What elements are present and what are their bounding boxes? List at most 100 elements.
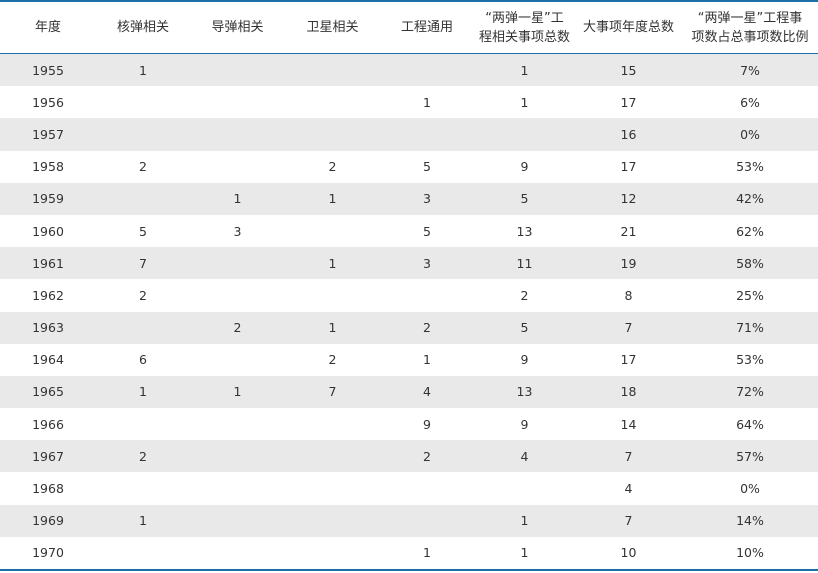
cell-project-total: 13	[474, 214, 575, 248]
cell-satellite	[285, 504, 380, 537]
cell-missile	[190, 536, 285, 569]
cell-annual-total: 18	[575, 375, 682, 409]
cell-project-total: 1	[474, 86, 575, 119]
cell-missile	[190, 472, 285, 505]
cell-annual-total: 17	[575, 343, 682, 376]
cell-satellite	[285, 440, 380, 473]
cell-general	[380, 504, 474, 537]
cell-ratio: 57%	[682, 440, 818, 473]
cell-year: 1968	[0, 472, 96, 505]
cell-satellite	[285, 408, 380, 441]
cell-year: 1959	[0, 182, 96, 215]
cell-nuclear: 7	[96, 247, 190, 280]
cell-project-total	[474, 118, 575, 151]
statistics-table-page: 年度 核弹相关 导弹相关 卫星相关 工程通用 “两弹一星”工 程相关事项总数 大…	[0, 0, 818, 573]
cell-project-total: 1	[474, 504, 575, 537]
cell-project-total: 9	[474, 343, 575, 376]
cell-nuclear: 6	[96, 343, 190, 376]
cell-ratio: 53%	[682, 343, 818, 376]
cell-ratio: 64%	[682, 408, 818, 441]
cell-missile	[190, 118, 285, 151]
cell-general: 1	[380, 343, 474, 376]
table-row: 1968 4 0%	[0, 472, 818, 505]
cell-missile: 1	[190, 375, 285, 409]
cell-year: 1965	[0, 375, 96, 409]
cell-satellite	[285, 86, 380, 119]
cell-year: 1961	[0, 247, 96, 280]
cell-satellite	[285, 536, 380, 569]
table-row: 1956 1 1 17 6%	[0, 86, 818, 119]
cell-project-total	[474, 472, 575, 505]
cell-project-total: 13	[474, 375, 575, 409]
cell-satellite	[285, 279, 380, 312]
cell-nuclear	[96, 472, 190, 505]
cell-nuclear	[96, 182, 190, 215]
cell-satellite	[285, 214, 380, 248]
cell-missile	[190, 343, 285, 376]
cell-year: 1960	[0, 214, 96, 248]
cell-missile	[190, 504, 285, 537]
cell-missile	[190, 53, 285, 87]
cell-annual-total: 7	[575, 311, 682, 344]
cell-missile	[190, 440, 285, 473]
cell-annual-total: 15	[575, 53, 682, 87]
cell-annual-total: 12	[575, 182, 682, 215]
cell-nuclear	[96, 118, 190, 151]
cell-ratio: 53%	[682, 150, 818, 183]
header-ratio: “两弹一星”工程事 项数占总事项数比例	[682, 2, 818, 54]
cell-ratio: 10%	[682, 536, 818, 569]
cell-missile	[190, 408, 285, 441]
table-header: 年度 核弹相关 导弹相关 卫星相关 工程通用 “两弹一星”工 程相关事项总数 大…	[0, 2, 818, 54]
cell-project-total: 1	[474, 53, 575, 87]
header-annual-total: 大事项年度总数	[575, 2, 682, 54]
cell-annual-total: 17	[575, 150, 682, 183]
cell-project-total: 4	[474, 440, 575, 473]
table-row: 1963 2 1 2 5 7 71%	[0, 311, 818, 344]
cell-general: 2	[380, 440, 474, 473]
table-row: 1964 6 2 1 9 17 53%	[0, 343, 818, 376]
cell-annual-total: 19	[575, 247, 682, 280]
header-row: 年度 核弹相关 导弹相关 卫星相关 工程通用 “两弹一星”工 程相关事项总数 大…	[0, 2, 818, 54]
cell-nuclear: 2	[96, 440, 190, 473]
cell-satellite: 1	[285, 247, 380, 280]
cell-annual-total: 4	[575, 472, 682, 505]
cell-nuclear: 5	[96, 214, 190, 248]
cell-satellite	[285, 118, 380, 151]
cell-year: 1970	[0, 536, 96, 569]
header-general: 工程通用	[380, 2, 474, 54]
cell-year: 1966	[0, 408, 96, 441]
cell-annual-total: 14	[575, 408, 682, 441]
cell-project-total: 1	[474, 536, 575, 569]
cell-project-total: 2	[474, 279, 575, 312]
cell-ratio: 14%	[682, 504, 818, 537]
table-row: 1960 5 3 5 13 21 62%	[0, 214, 818, 248]
statistics-table: 年度 核弹相关 导弹相关 卫星相关 工程通用 “两弹一星”工 程相关事项总数 大…	[0, 2, 818, 569]
cell-ratio: 58%	[682, 247, 818, 280]
cell-nuclear: 2	[96, 150, 190, 183]
table-row: 1969 1 1 7 14%	[0, 504, 818, 537]
cell-missile	[190, 279, 285, 312]
cell-general	[380, 472, 474, 505]
cell-general: 4	[380, 375, 474, 409]
cell-ratio: 0%	[682, 472, 818, 505]
cell-annual-total: 17	[575, 86, 682, 119]
cell-ratio: 62%	[682, 214, 818, 248]
cell-missile	[190, 86, 285, 119]
cell-year: 1955	[0, 53, 96, 87]
cell-missile	[190, 150, 285, 183]
cell-missile	[190, 247, 285, 280]
cell-ratio: 71%	[682, 311, 818, 344]
cell-annual-total: 16	[575, 118, 682, 151]
cell-project-total: 9	[474, 150, 575, 183]
cell-ratio: 72%	[682, 375, 818, 409]
cell-ratio: 7%	[682, 53, 818, 87]
cell-annual-total: 7	[575, 440, 682, 473]
cell-satellite: 2	[285, 343, 380, 376]
cell-general: 2	[380, 311, 474, 344]
cell-annual-total: 21	[575, 214, 682, 248]
cell-general	[380, 279, 474, 312]
table-row: 1957 16 0%	[0, 118, 818, 151]
table-body: 1955 1 1 15 7% 1956 1 1 17 6% 1957 16 0% 1958 2 2 5 9 17 53…	[0, 53, 818, 569]
cell-annual-total: 10	[575, 536, 682, 569]
cell-nuclear	[96, 408, 190, 441]
